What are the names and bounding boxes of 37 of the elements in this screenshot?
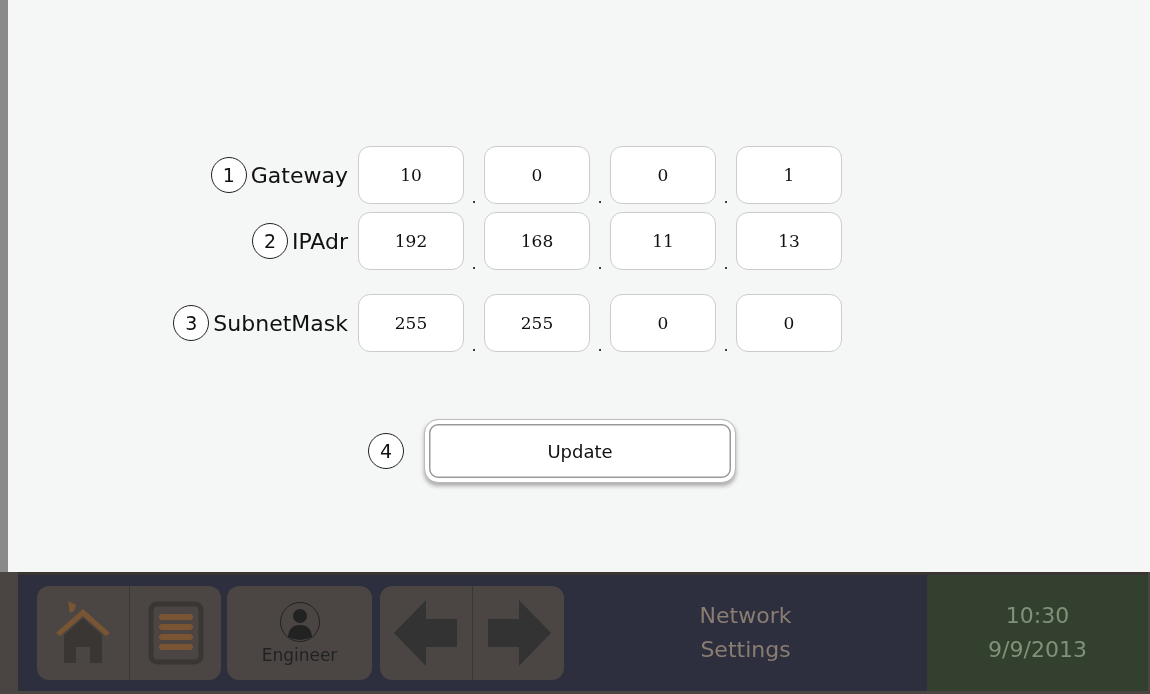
dot-separator: . — [596, 339, 604, 353]
ip-octet-field[interactable]: 11 — [610, 212, 716, 270]
ip-octet-field[interactable]: 168 — [484, 212, 590, 270]
clock-date: 9/9/2013 — [988, 636, 1087, 664]
update-button[interactable]: Update — [424, 419, 736, 483]
callout-number: 1 — [210, 157, 247, 193]
field-label: Gateway — [250, 162, 348, 188]
dot-separator: . — [722, 191, 730, 205]
ip-octet-field[interactable]: 0 — [736, 294, 842, 352]
dot-separator: . — [596, 257, 604, 271]
screen-title: Network — [699, 602, 792, 630]
user-icon — [278, 601, 321, 643]
ip-octet-field[interactable]: 192 — [358, 212, 464, 270]
ip-octet-field[interactable]: 1 — [736, 146, 842, 204]
dot-separator: . — [722, 339, 730, 353]
list-icon — [147, 601, 204, 665]
ip-octet-field[interactable]: 255 — [484, 294, 590, 352]
field-label: SubnetMask — [213, 310, 348, 336]
ip-octet-field[interactable]: 0 — [610, 294, 716, 352]
ip-octet-field[interactable]: 255 — [358, 294, 464, 352]
dot-separator: . — [470, 257, 478, 271]
ip-octet-field[interactable]: 13 — [736, 212, 842, 270]
field-label: IPAdr — [291, 228, 348, 254]
callout-number: 4 — [368, 433, 404, 469]
ip-octet-field[interactable]: 10 — [358, 146, 464, 204]
right-arrow-icon — [486, 600, 551, 666]
dot-separator: . — [470, 339, 478, 353]
ip-octet-field[interactable]: 0 — [610, 146, 716, 204]
dot-separator: . — [596, 191, 604, 205]
ip-octet-field[interactable]: 0 — [484, 146, 590, 204]
dot-separator: . — [722, 257, 730, 271]
callout-number: 2 — [251, 223, 288, 259]
callout-number: 3 — [173, 305, 210, 341]
clock-time: 10:30 — [1005, 602, 1070, 630]
screen-title: Settings — [700, 636, 791, 664]
left-arrow-icon — [394, 600, 458, 666]
dot-separator: . — [470, 191, 478, 205]
